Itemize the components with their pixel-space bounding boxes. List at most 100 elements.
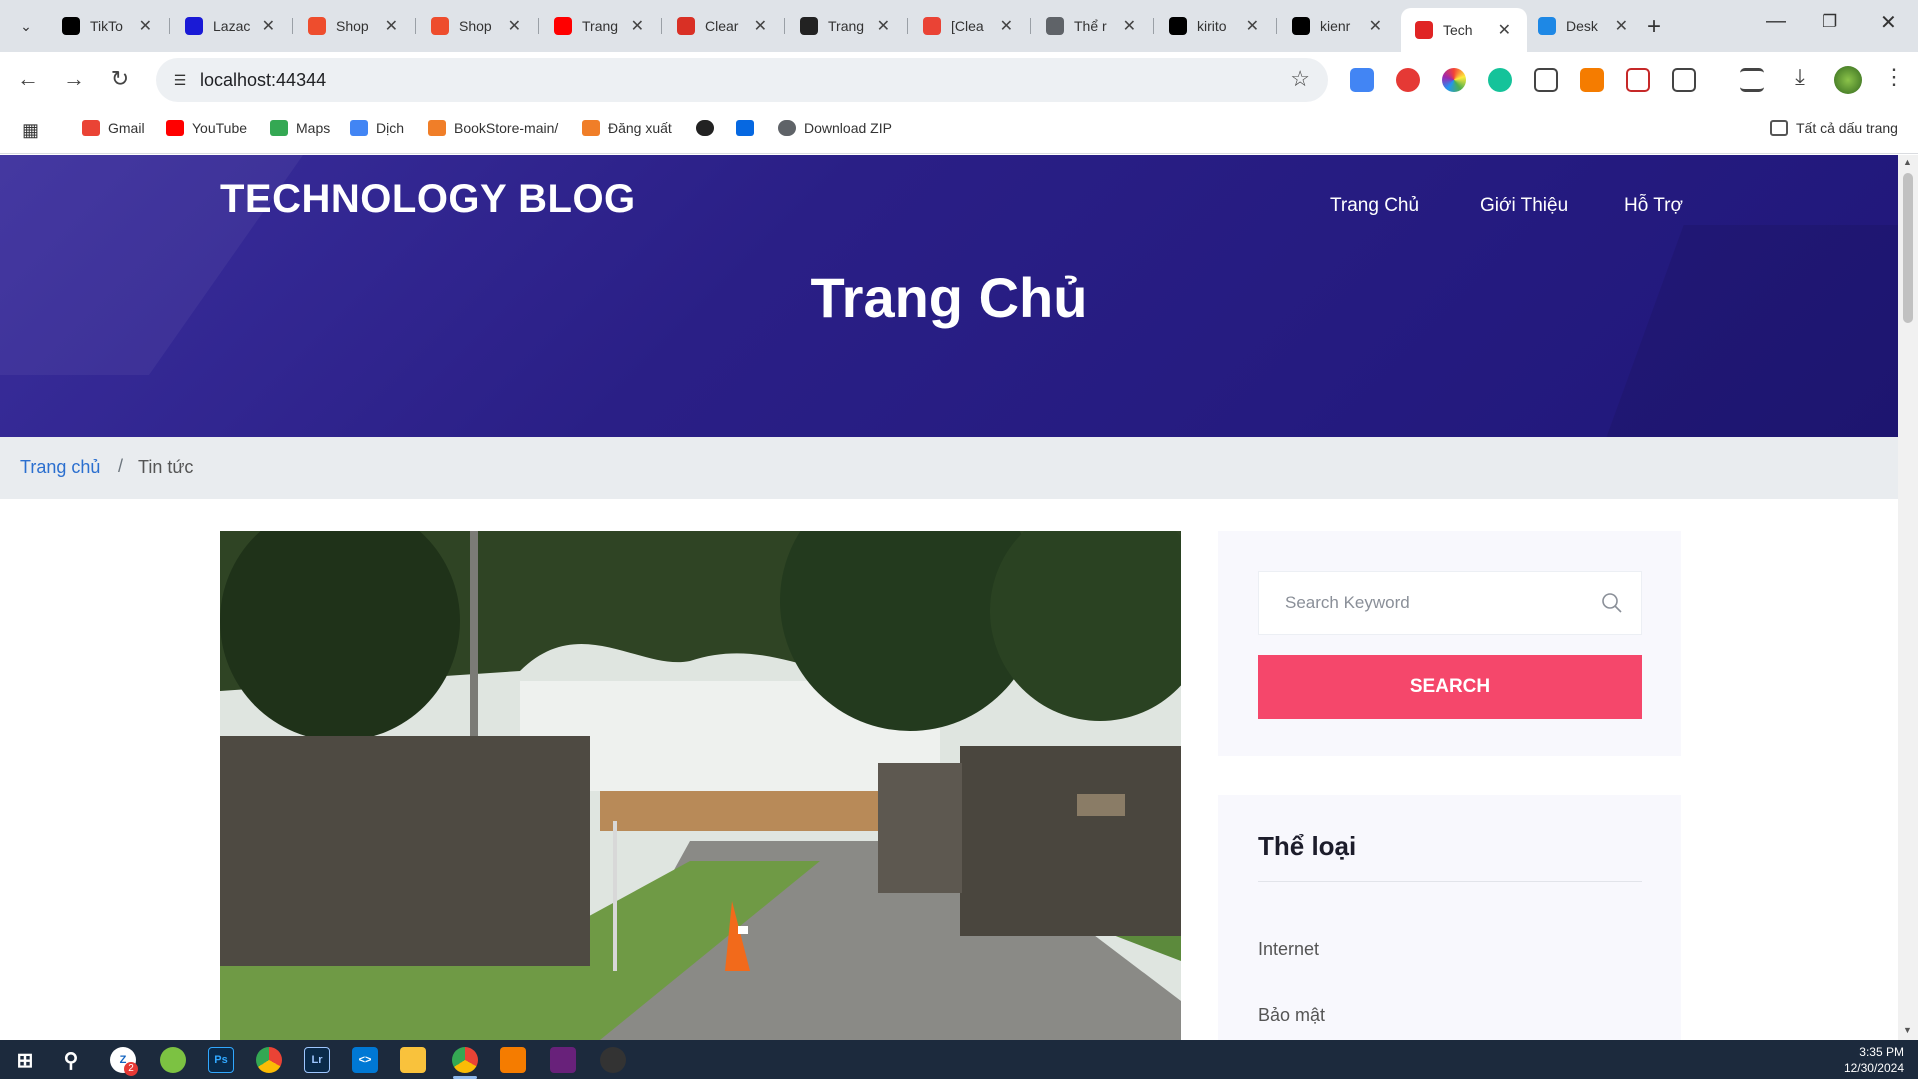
file-explorer-icon[interactable] <box>400 1047 426 1073</box>
taskbar-search-icon[interactable]: ⚲ <box>58 1047 84 1073</box>
close-window-icon[interactable]: ✕ <box>1880 10 1897 35</box>
tab-close-icon[interactable]: ✕ <box>877 16 890 36</box>
minimize-icon[interactable]: — <box>1766 10 1786 33</box>
browser-tab[interactable]: kienr ✕ <box>1278 8 1398 44</box>
tab-separator <box>169 18 170 34</box>
nav-link-support[interactable]: Hỗ Trợ <box>1624 195 1683 217</box>
tiktok-icon <box>62 17 80 35</box>
bookmark-item[interactable]: BookStore-main/ <box>428 120 558 136</box>
tab-title: Desk <box>1566 18 1598 34</box>
profile-avatar[interactable] <box>1834 66 1862 94</box>
browser-tab[interactable]: Tech ✕ <box>1401 8 1527 52</box>
media-control-icon[interactable] <box>1740 68 1764 92</box>
new-tab-button[interactable]: + <box>1647 13 1661 41</box>
tab-close-icon[interactable]: ✕ <box>139 16 152 36</box>
xampp-app-icon[interactable] <box>500 1047 526 1073</box>
tab-close-icon[interactable]: ✕ <box>508 16 521 36</box>
obs-app-icon[interactable] <box>600 1047 626 1073</box>
browser-tab[interactable]: Clear ✕ <box>663 8 783 44</box>
tab-close-icon[interactable]: ✕ <box>385 16 398 36</box>
bookmark-item[interactable] <box>736 120 762 136</box>
chrome-active-app-icon[interactable] <box>452 1047 478 1073</box>
browser-tab[interactable]: Shop ✕ <box>417 8 537 44</box>
tab-search-button[interactable]: ⌄ <box>12 12 40 40</box>
all-bookmarks-button[interactable]: Tất cả dấu trang <box>1770 120 1898 136</box>
tab-close-icon[interactable]: ✕ <box>1123 16 1136 36</box>
bookmark-star-icon[interactable]: ☆ <box>1290 66 1310 92</box>
tab-close-icon[interactable]: ✕ <box>1246 16 1259 36</box>
browser-tab[interactable]: Trang ✕ <box>540 8 660 44</box>
category-item-security[interactable]: Bảo mật <box>1258 1005 1325 1026</box>
scroll-down-icon[interactable]: ▼ <box>1903 1025 1912 1035</box>
bookmark-item[interactable]: Đăng xuất <box>582 120 672 136</box>
all-bookmarks-label: Tất cả dấu trang <box>1796 120 1898 136</box>
bookmark-item[interactable] <box>696 120 722 136</box>
chrome-app-icon[interactable] <box>256 1047 282 1073</box>
bookmark-item[interactable]: Dịch <box>350 120 404 136</box>
bookmarks-bar: ▦ Gmail YouTube Maps Dịch BookStore-main/Đăn… <box>0 108 1918 154</box>
windows-start-icon[interactable]: ⊞ <box>12 1047 38 1073</box>
tab-close-icon[interactable]: ✕ <box>1498 20 1511 40</box>
nav-link-home[interactable]: Trang Chủ <box>1330 195 1419 217</box>
browser-tab[interactable]: Trang ✕ <box>786 8 906 44</box>
translate-extension-icon[interactable] <box>1350 68 1374 92</box>
shield-extension-icon[interactable] <box>1626 68 1650 92</box>
url-text[interactable]: localhost:44344 <box>200 70 326 91</box>
menu-icon[interactable]: ⋮ <box>1880 64 1908 90</box>
scrollbar-thumb[interactable] <box>1903 173 1913 323</box>
browser-tab[interactable]: [Clea ✕ <box>909 8 1029 44</box>
search-button[interactable]: SEARCH <box>1258 655 1642 719</box>
browser-tab[interactable]: Thể r ✕ <box>1032 8 1152 44</box>
forward-icon[interactable]: → <box>60 66 88 92</box>
breadcrumb-home-link[interactable]: Trang chủ <box>20 457 100 478</box>
apps-grid-icon[interactable]: ▦ <box>22 120 39 141</box>
back-icon[interactable]: ← <box>14 66 42 92</box>
visual-studio-app-icon[interactable] <box>550 1047 576 1073</box>
browser-tab[interactable]: TikTo ✕ <box>48 8 168 44</box>
tab-title: kienr <box>1320 18 1351 34</box>
hero-decoration <box>1596 225 1898 437</box>
browser-tab[interactable]: Lazac ✕ <box>171 8 291 44</box>
antivirus-app-icon[interactable] <box>160 1047 186 1073</box>
site-brand[interactable]: TECHNOLOGY BLOG <box>220 177 636 222</box>
vscode-app-icon[interactable]: <> <box>352 1047 378 1073</box>
sync-extension-icon[interactable] <box>1580 68 1604 92</box>
tab-close-icon[interactable]: ✕ <box>631 16 644 36</box>
bookmark-item[interactable]: Gmail <box>82 120 145 136</box>
extensions-puzzle-icon[interactable] <box>1672 68 1696 92</box>
scroll-up-icon[interactable]: ▲ <box>1903 157 1912 167</box>
address-bar[interactable]: ☰ localhost:44344 ☆ <box>156 58 1328 102</box>
system-clock[interactable]: 3:35 PM 12/30/2024 <box>1844 1044 1904 1076</box>
color-extension-icon[interactable] <box>1442 68 1466 92</box>
site-info-icon[interactable]: ☰ <box>166 66 194 94</box>
lightroom-app-icon[interactable]: Lr <box>304 1047 330 1073</box>
search-input[interactable] <box>1259 572 1589 634</box>
restore-icon[interactable]: ❐ <box>1822 12 1837 32</box>
search-icon[interactable] <box>1601 592 1623 614</box>
photoshop-app-icon[interactable]: Ps <box>208 1047 234 1073</box>
category-item-internet[interactable]: Internet <box>1258 939 1319 960</box>
tab-title: Clear <box>705 18 739 34</box>
search-field[interactable] <box>1258 571 1642 635</box>
grammarly-extension-icon[interactable] <box>1488 68 1512 92</box>
download-icon[interactable]: ⤓ <box>1786 64 1814 90</box>
browser-tab[interactable]: kirito ✕ <box>1155 8 1275 44</box>
adblock-extension-icon[interactable] <box>1396 68 1420 92</box>
tab-close-icon[interactable]: ✕ <box>1369 16 1382 36</box>
nav-link-about[interactable]: Giới Thiệu <box>1480 195 1568 217</box>
tab-separator <box>1030 18 1031 34</box>
tab-close-icon[interactable]: ✕ <box>1000 16 1013 36</box>
bookmark-item[interactable]: YouTube <box>166 120 247 136</box>
bookmark-item[interactable]: Maps <box>270 120 330 136</box>
tab-close-icon[interactable]: ✕ <box>754 16 767 36</box>
page-scrollbar[interactable]: ▲ ▼ <box>1898 155 1918 1040</box>
tab-close-icon[interactable]: ✕ <box>1615 16 1628 36</box>
browser-tab[interactable]: Shop ✕ <box>294 8 414 44</box>
bookmark-item[interactable]: Download ZIP <box>778 120 892 136</box>
tab-close-icon[interactable]: ✕ <box>262 16 275 36</box>
post-featured-image[interactable] <box>220 531 1181 1040</box>
reload-icon[interactable]: ↻ <box>106 66 134 92</box>
image-extension-icon[interactable] <box>1534 68 1558 92</box>
browser-tab[interactable]: Desk ✕ <box>1524 8 1644 44</box>
xampp-icon <box>582 120 600 136</box>
